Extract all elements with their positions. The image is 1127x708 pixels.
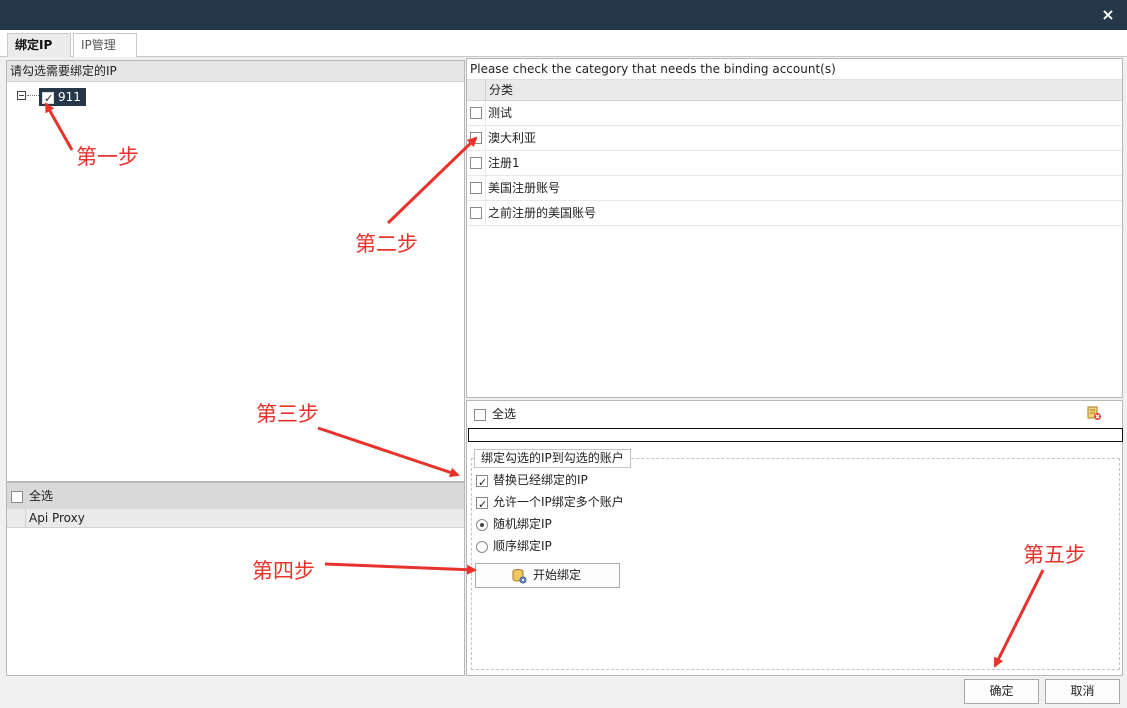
ok-button[interactable]: 确定 xyxy=(964,679,1039,704)
category-row-checkbox[interactable] xyxy=(470,107,482,119)
tree-node-label: 911 xyxy=(58,90,81,104)
proxy-select-all-label: 全选 xyxy=(29,489,54,503)
footer-bar xyxy=(6,676,1123,708)
replace-bound-label: 替换已经绑定的IP xyxy=(493,473,588,487)
category-column-label: 分类 xyxy=(485,80,513,100)
start-bind-button[interactable]: 开始绑定 xyxy=(475,563,620,588)
sequential-bind-radio[interactable] xyxy=(476,540,488,553)
replace-bound-checkbox[interactable] xyxy=(476,473,488,493)
random-bind-label: 随机绑定IP xyxy=(493,517,552,531)
category-row-label: 美国注册账号 xyxy=(485,176,560,200)
random-bind-radio[interactable] xyxy=(476,518,488,531)
annotation-step5: 第五步 xyxy=(1023,543,1086,567)
category-row-label: 注册1 xyxy=(485,151,520,175)
tree-connector xyxy=(27,95,39,96)
tree-node-selected[interactable]: 911 xyxy=(39,88,86,108)
sequential-bind-option[interactable]: 顺序绑定IP xyxy=(476,536,552,556)
category-row-checkbox[interactable] xyxy=(470,207,482,219)
category-row-checkbox[interactable] xyxy=(470,182,482,194)
tab-ip-management[interactable]: IP管理 xyxy=(73,33,137,57)
category-row-label: 澳大利亚 xyxy=(485,126,536,150)
close-icon[interactable]: × xyxy=(1099,6,1117,24)
category-row[interactable]: 注册1 xyxy=(467,151,1122,176)
proxy-select-all-checkbox[interactable] xyxy=(11,490,23,503)
ip-tree-header: 请勾选需要绑定的IP xyxy=(7,61,464,82)
category-row-label: 测试 xyxy=(485,101,512,125)
category-row-checkbox[interactable] xyxy=(470,132,482,144)
tree-collapse-icon[interactable] xyxy=(17,91,26,100)
proxy-column-header-label: Api Proxy xyxy=(25,509,85,527)
category-column-header: 分类 xyxy=(467,80,1122,101)
cancel-button[interactable]: 取消 xyxy=(1045,679,1120,704)
allow-multiple-option[interactable]: 允许一个IP绑定多个账户 xyxy=(476,492,624,515)
category-panel: Please check the category that needs the… xyxy=(466,58,1123,398)
proxy-select-all-row[interactable]: 全选 xyxy=(7,483,464,509)
replace-bound-option[interactable]: 替换已经绑定的IP xyxy=(476,470,588,493)
start-bind-label: 开始绑定 xyxy=(533,568,582,582)
bind-groupbox-legend: 绑定勾选的IP到勾选的账户 xyxy=(474,449,631,468)
category-select-all-row[interactable]: 全选 xyxy=(474,403,1114,425)
random-bind-option[interactable]: 随机绑定IP xyxy=(476,514,552,534)
category-row[interactable]: 之前注册的美国账号 xyxy=(467,201,1122,226)
clear-selection-icon[interactable] xyxy=(1086,405,1102,421)
tab-bar: 绑定IP IP管理 xyxy=(0,30,1127,57)
annotation-step2: 第二步 xyxy=(355,232,418,256)
category-row-label: 之前注册的美国账号 xyxy=(485,201,596,225)
sequential-bind-label: 顺序绑定IP xyxy=(493,539,552,553)
annotation-step3: 第三步 xyxy=(256,402,319,426)
allow-multiple-checkbox[interactable] xyxy=(476,495,488,515)
annotation-step4: 第四步 xyxy=(252,559,315,583)
tree-node-checkbox[interactable] xyxy=(42,90,54,108)
title-bar: × xyxy=(0,0,1127,30)
category-row[interactable]: 美国注册账号 xyxy=(467,176,1122,201)
ip-tree-panel: 请勾选需要绑定的IP 911 xyxy=(6,60,465,482)
allow-multiple-label: 允许一个IP绑定多个账户 xyxy=(493,495,624,509)
proxy-column-header: Api Proxy xyxy=(7,509,464,528)
progress-bar xyxy=(468,428,1123,442)
proxy-panel: 全选 Api Proxy xyxy=(6,482,465,676)
category-row[interactable]: 澳大利亚 xyxy=(467,126,1122,151)
category-row-checkbox[interactable] xyxy=(470,157,482,169)
category-select-all-label: 全选 xyxy=(492,407,517,421)
category-row[interactable]: 测试 xyxy=(467,101,1122,126)
bind-database-icon xyxy=(512,569,527,584)
category-header: Please check the category that needs the… xyxy=(467,59,1122,80)
category-select-all-checkbox[interactable] xyxy=(474,408,486,421)
tab-bind-ip[interactable]: 绑定IP xyxy=(7,33,71,57)
annotation-step1: 第一步 xyxy=(76,145,139,169)
